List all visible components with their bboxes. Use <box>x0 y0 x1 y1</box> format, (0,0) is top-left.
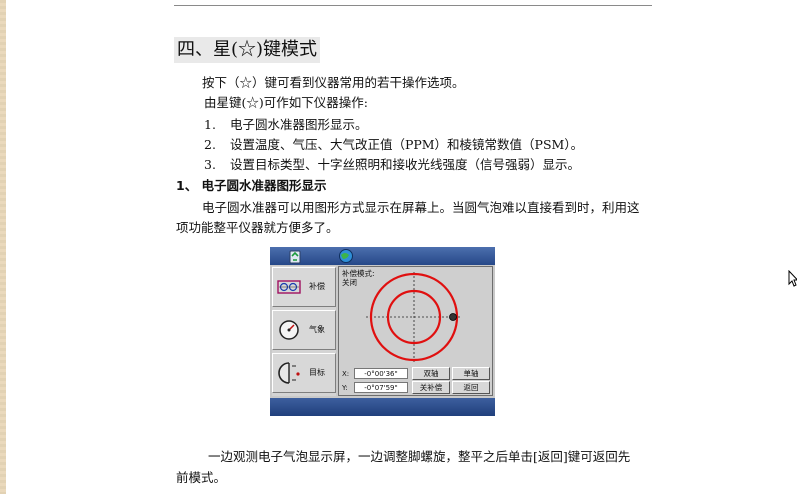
y-label: Y: <box>342 384 348 392</box>
section-heading: 四、星(☆)键模式 <box>174 37 321 63</box>
list-item: 3. 设置目标类型、十字丝照明和接收光线强度（信号强弱）显示。 <box>204 157 580 173</box>
screen-top-bar <box>270 247 495 265</box>
globe-icon <box>339 249 353 263</box>
dual-axis-button[interactable]: 双轴 <box>412 367 450 380</box>
star-ops-text: 由星键(☆)可作如下仪器操作: <box>204 95 368 110</box>
x-label: X: <box>342 370 350 378</box>
recycle-bin-icon <box>289 250 301 264</box>
compensator-icon <box>277 280 301 294</box>
paragraph-line: 电子圆水准器可以用图形方式显示在屏幕上。当圆气泡难以直接看到时，利用这 <box>202 200 640 215</box>
single-axis-button[interactable]: 单轴 <box>452 367 490 380</box>
instrument-screenshot: 补偿 气象 目标 补偿模式: 关闭 X: -0°00'36" Y: -0°07'… <box>270 247 495 416</box>
list-number: 3. <box>204 157 216 172</box>
target-button[interactable]: 目标 <box>272 353 336 393</box>
x-value-field: -0°00'36" <box>354 368 408 379</box>
bubble-dot <box>449 313 457 321</box>
sub-heading: 1、 电子圆水准器图形显示 <box>176 178 327 193</box>
compensation-off-button[interactable]: 关补偿 <box>412 381 450 394</box>
mouse-cursor-icon <box>788 270 797 287</box>
side-button-label: 目标 <box>309 368 325 377</box>
y-value-field: -0°07'59" <box>354 382 408 393</box>
list-text: 设置目标类型、十字丝照明和接收光线强度（信号强弱）显示。 <box>229 157 580 172</box>
gauge-icon <box>279 320 299 340</box>
list-number: 2. <box>204 137 216 152</box>
side-button-label: 补偿 <box>309 282 325 291</box>
intro-text: 按下（☆）键可看到仪器常用的若干操作选项。 <box>202 75 465 90</box>
list-item: 2. 设置温度、气压、大气改正值（PPM）和棱镜常数值（PSM）。 <box>204 137 583 153</box>
weather-button[interactable]: 气象 <box>272 310 336 350</box>
list-text: 设置温度、气压、大气改正值（PPM）和棱镜常数值（PSM）。 <box>229 137 584 152</box>
electronic-bubble-display <box>366 272 462 362</box>
list-number: 1. <box>204 117 216 132</box>
back-button[interactable]: 返回 <box>452 381 490 394</box>
list-text: 电子圆水准器图形显示。 <box>229 117 368 132</box>
page-edge-strip <box>0 0 6 494</box>
screen-bottom-bar <box>270 398 495 416</box>
target-prism-icon <box>278 362 300 384</box>
compensator-button[interactable]: 补偿 <box>272 267 336 307</box>
side-button-label: 气象 <box>309 325 325 334</box>
paragraph-line: 一边观测电子气泡显示屏，一边调整脚螺旋，整平之后单击[返回]键可返回先 <box>208 449 631 464</box>
paragraph-line: 前模式。 <box>176 470 227 485</box>
list-item: 1. 电子圆水准器图形显示。 <box>204 117 367 133</box>
compensation-mode-value: 关闭 <box>342 278 357 287</box>
paragraph-line: 项功能整平仪器就方便多了。 <box>176 220 339 235</box>
header-rule <box>174 5 652 6</box>
